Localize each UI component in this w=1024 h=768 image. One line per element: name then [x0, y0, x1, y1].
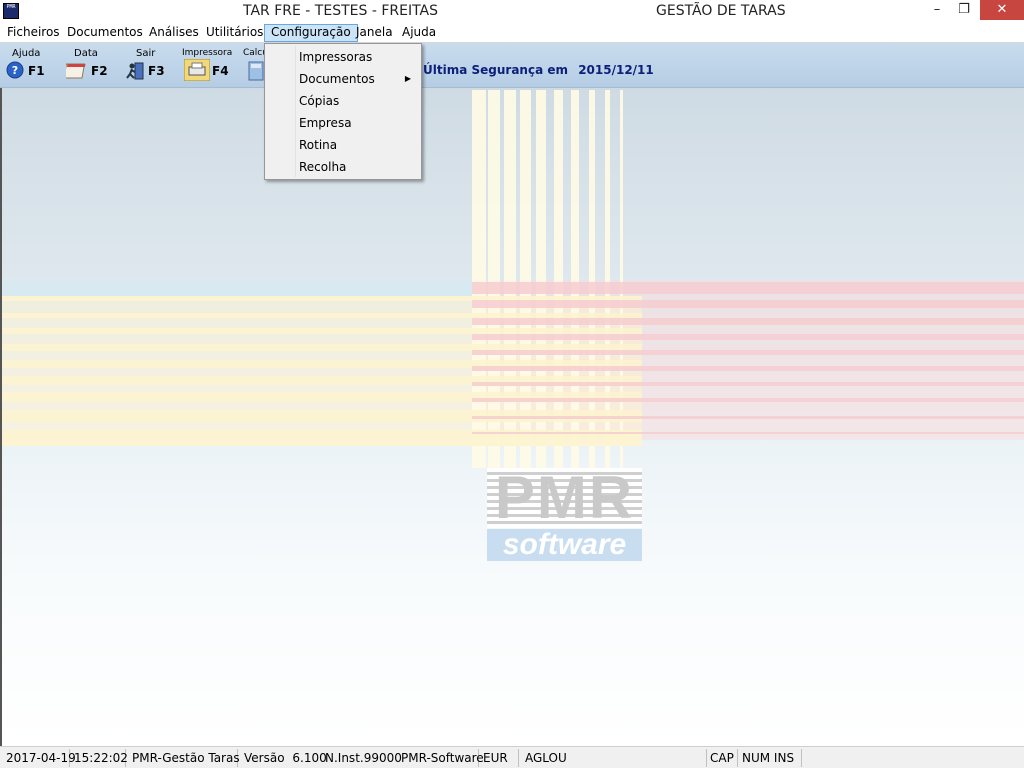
close-button[interactable]: ✕ — [980, 0, 1024, 20]
window-title: TAR FRE - TESTES - FREITAS — [243, 3, 439, 19]
menu-item-impressoras[interactable]: Impressoras — [267, 46, 419, 68]
menu-bar: Ficheiros Documentos Análises Utilitário… — [0, 23, 1024, 43]
background-stripe — [472, 432, 1024, 434]
menu-item-label: Rotina — [299, 138, 338, 152]
menu-ficheiros[interactable]: Ficheiros — [1, 24, 66, 42]
background-stripe — [472, 416, 1024, 419]
printer-caption: Impressora — [182, 48, 233, 58]
background-stripe — [472, 398, 1024, 402]
date-key: F2 — [91, 64, 108, 78]
background-stripe — [472, 300, 1024, 308]
menu-ajuda[interactable]: Ajuda — [396, 24, 442, 42]
status-vendor: PMR-Software — [397, 749, 484, 767]
status-time: 15:22:02 — [70, 749, 128, 767]
submenu-arrow-icon: ▶ — [404, 74, 411, 83]
status-date: 2017-04-19 — [2, 749, 76, 767]
main-workspace: PMR software — [0, 88, 1024, 746]
status-install: N.Inst.99000 — [325, 751, 402, 765]
status-version-label: Versão — [244, 751, 285, 765]
status-version: Versão 6.100 — [240, 749, 327, 767]
menu-item-empresa[interactable]: Empresa — [267, 112, 419, 134]
menu-janela[interactable]: Janela — [350, 24, 399, 42]
last-backup-label: Última Segurança em — [423, 63, 568, 77]
printer-button[interactable]: Impressora F4 — [180, 45, 232, 85]
software-logo: software — [487, 529, 642, 561]
title-bar: PMR TAR FRE - TESTES - FREITAS GESTÃO DE… — [0, 0, 1024, 23]
minimize-button[interactable]: – — [923, 0, 951, 20]
exit-icon — [125, 61, 144, 80]
help-button[interactable]: Ajuda ? F1 — [4, 45, 54, 85]
exit-key: F3 — [148, 64, 165, 78]
toolbar: Ajuda ? F1 Data F2 Sair F3 Impressora F4… — [0, 43, 1024, 88]
module-title: GESTÃO DE TARAS — [656, 3, 786, 19]
printer-icon — [183, 58, 211, 82]
exit-caption: Sair — [136, 48, 156, 59]
background-stripe — [472, 382, 1024, 386]
background-stripe — [472, 334, 1024, 340]
help-caption: Ajuda — [12, 48, 41, 59]
printer-key: F4 — [212, 64, 229, 78]
configuracao-dropdown: Impressoras Documentos ▶ Cópias Empresa … — [264, 43, 422, 180]
menu-item-label: Impressoras — [299, 50, 373, 64]
background-stripe — [472, 366, 1024, 371]
status-bar: 2017-04-19 15:22:02 PMR-Gestão Taras Ver… — [0, 746, 1024, 768]
help-icon: ? — [6, 61, 24, 79]
menu-item-label: Documentos — [299, 72, 375, 86]
menu-utilitarios[interactable]: Utilitários — [200, 24, 269, 42]
pmr-logo: PMR — [487, 468, 642, 528]
status-currency: EUR — [479, 749, 519, 767]
maximize-button[interactable]: ❐ — [950, 0, 978, 20]
status-user: AGLOU — [521, 749, 707, 767]
app-icon[interactable]: PMR — [3, 3, 19, 19]
background-stripe — [472, 350, 1024, 355]
date-button[interactable]: Data F2 — [63, 45, 114, 85]
menu-item-recolha[interactable]: Recolha — [267, 156, 419, 178]
status-cap: CAP — [706, 749, 738, 767]
calculator-button[interactable]: Calcu — [240, 45, 268, 85]
app-icon-text: PMR — [6, 4, 16, 10]
svg-text:?: ? — [12, 64, 18, 77]
help-key: F1 — [28, 64, 45, 78]
menu-documentos[interactable]: Documentos — [61, 24, 149, 42]
menu-item-label: Recolha — [299, 160, 347, 174]
background-stripe — [472, 282, 1024, 294]
exit-button[interactable]: Sair F3 — [123, 45, 173, 85]
menu-analises[interactable]: Análises — [143, 24, 205, 42]
menu-item-label: Cópias — [299, 94, 340, 108]
menu-item-label: Empresa — [299, 116, 352, 130]
status-num-ins: NUM INS — [738, 749, 802, 767]
menu-item-rotina[interactable]: Rotina — [267, 134, 419, 156]
menu-configuracao[interactable]: Configuração — [264, 24, 358, 42]
calendar-icon — [63, 61, 86, 79]
last-backup: Última Segurança em 2015/12/11 — [423, 63, 654, 77]
menu-item-documentos[interactable]: Documentos ▶ — [267, 68, 419, 90]
last-backup-date: 2015/12/11 — [578, 63, 654, 77]
status-product: PMR-Gestão Taras — [128, 749, 240, 767]
date-caption: Data — [74, 48, 98, 59]
background-stripe — [472, 318, 1024, 325]
menu-item-copias[interactable]: Cópias — [267, 90, 419, 112]
